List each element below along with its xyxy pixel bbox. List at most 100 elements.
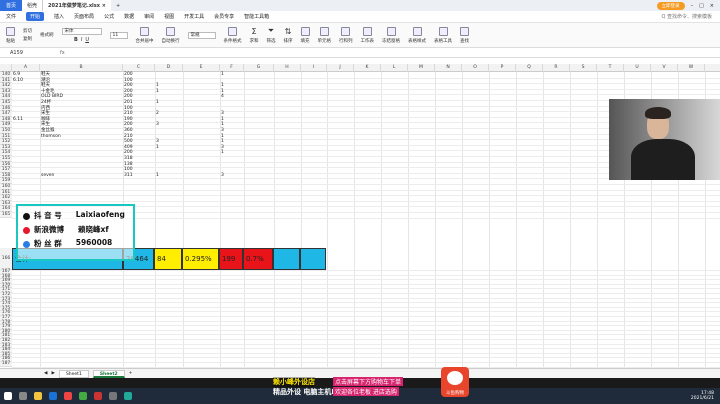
column-header-t[interactable]: T [597, 64, 624, 72]
close-tab-icon[interactable]: × [102, 3, 106, 9]
menu-smart-tools[interactable]: 智能工具箱 [244, 13, 269, 20]
sum-f-cell[interactable]: 199 [219, 248, 243, 270]
folder-icon[interactable] [34, 392, 42, 400]
sum-d-cell[interactable]: 84 [154, 248, 182, 270]
table-tools-button[interactable]: 表格工具 [434, 26, 452, 44]
menu-layout[interactable]: 页面布局 [74, 13, 94, 20]
sum-i-cell[interactable] [300, 248, 326, 270]
cell-f[interactable]: 1 [221, 150, 224, 156]
menu-data[interactable]: 数据 [124, 13, 134, 20]
column-header-r[interactable]: R [543, 64, 570, 72]
cell-d[interactable]: 1 [156, 100, 159, 106]
douyu-shop-logo[interactable]: 斗鱼购物 [441, 367, 469, 397]
cell-a[interactable]: 6.10 [13, 78, 23, 84]
login-button[interactable]: 立即登录 [656, 1, 685, 10]
row-header[interactable]: 187 [0, 361, 12, 367]
add-sheet-icon[interactable]: + [129, 371, 133, 376]
steam-icon[interactable] [49, 392, 57, 400]
system-clock[interactable]: 17:48 2021/6/21 [691, 391, 714, 401]
sheet-tab-2[interactable]: Sheet2 [92, 369, 125, 378]
cell-d[interactable]: 1 [156, 173, 159, 179]
menu-developer[interactable]: 开发工具 [184, 13, 204, 20]
table-style-button[interactable]: 表格样式 [408, 26, 426, 44]
tab-document[interactable]: 2021年做梦笔记.xlsx × [43, 0, 111, 11]
column-header-l[interactable]: L [381, 64, 408, 72]
conditional-format-button[interactable]: 条件格式 [224, 26, 242, 44]
freeze-button[interactable]: 冻结窗格 [382, 26, 400, 44]
search-input[interactable]: Q 查找命令、搜索模板 [661, 13, 712, 20]
row-header[interactable]: 166 [0, 248, 12, 270]
column-header-g[interactable]: G [244, 64, 274, 72]
cell-d[interactable]: 2 [156, 111, 159, 117]
sum-button[interactable]: Σ 求和 [250, 27, 259, 44]
fill-button[interactable]: 填充 [300, 26, 310, 44]
sum-g-cell[interactable]: 0.7% [243, 248, 273, 270]
cell-b[interactable]: seven [41, 173, 54, 179]
column-header-n[interactable]: N [435, 64, 462, 72]
sum-e-cell[interactable]: 0.295% [182, 248, 219, 270]
prev-sheet-icon[interactable]: ◀ [44, 371, 47, 376]
menu-file[interactable]: 文件 [6, 13, 16, 20]
select-all-corner[interactable] [0, 64, 12, 72]
app-red-icon[interactable] [64, 392, 72, 400]
windows-start-icon[interactable] [4, 392, 12, 400]
merge-center-button[interactable]: 合并居中 [136, 26, 154, 44]
column-header-h[interactable]: H [274, 64, 301, 72]
menu-formula[interactable]: 公式 [104, 13, 114, 20]
column-header-b[interactable]: B [40, 64, 123, 72]
spreadsheet-grid[interactable]: ABCDEFGHIJKLMNOPQRSTUVW 140 6.9 鞋天 200 1 141 6… [0, 58, 720, 368]
cell-b[interactable]: thomson [41, 134, 61, 140]
find-button[interactable]: 查找 [460, 26, 469, 44]
column-header-w[interactable]: W [678, 64, 705, 72]
app-green-icon[interactable] [124, 392, 132, 400]
bold-icon[interactable]: B [74, 37, 78, 43]
cell-button[interactable]: 单元格 [318, 26, 331, 44]
menu-insert[interactable]: 插入 [54, 13, 64, 20]
menu-member[interactable]: 会员专享 [214, 13, 234, 20]
worksheet-button[interactable]: 工作表 [361, 26, 374, 44]
sum-h-cell[interactable] [273, 248, 300, 270]
row-header[interactable]: 165 [0, 212, 12, 218]
tab-docer[interactable]: 稻壳 [22, 0, 44, 11]
next-sheet-icon[interactable]: ▶ [51, 371, 54, 376]
menu-review[interactable]: 审阅 [144, 13, 154, 20]
italic-icon[interactable]: I [81, 37, 82, 43]
fx-icon[interactable]: fx [60, 50, 65, 56]
cell-f[interactable]: 4 [221, 94, 224, 100]
wps-icon[interactable] [94, 392, 102, 400]
column-header-u[interactable]: U [624, 64, 651, 72]
column-header-m[interactable]: M [408, 64, 435, 72]
wrap-text-button[interactable]: 自动换行 [162, 26, 180, 44]
search-taskbar-icon[interactable] [19, 392, 27, 400]
column-header-a[interactable]: A [12, 64, 40, 72]
underline-icon[interactable]: U [85, 37, 89, 43]
column-header-f[interactable]: F [220, 64, 244, 72]
font-size-select[interactable]: 11 [109, 31, 128, 39]
column-header-o[interactable]: O [462, 64, 489, 72]
column-header-q[interactable]: Q [516, 64, 543, 72]
name-box[interactable]: A159 [0, 50, 40, 56]
menu-view[interactable]: 视图 [164, 13, 174, 20]
column-header-i[interactable]: I [301, 64, 327, 72]
column-header-c[interactable]: C [123, 64, 155, 72]
column-header-e[interactable]: E [183, 64, 220, 72]
paste-button[interactable]: 粘贴 [6, 26, 15, 44]
number-format-select[interactable]: 常规 [187, 31, 216, 39]
minimize-icon[interactable]: – [691, 3, 694, 9]
cell-a[interactable]: 6.11 [13, 117, 23, 123]
cell-d[interactable]: 3 [156, 122, 159, 128]
column-header-j[interactable]: J [327, 64, 354, 72]
format-brush-button[interactable]: 格式刷 [40, 32, 54, 38]
sheet-tab-1[interactable]: Sheet1 [58, 369, 89, 378]
cell-d[interactable]: 1 [156, 89, 159, 95]
column-header-p[interactable]: P [489, 64, 516, 72]
menu-start[interactable]: 开始 [26, 12, 45, 21]
sort-button[interactable]: ⇅ 排序 [284, 27, 293, 44]
app-gray-icon[interactable] [109, 392, 117, 400]
column-header-k[interactable]: K [354, 64, 381, 72]
close-window-icon[interactable]: × [710, 3, 714, 9]
new-tab-button[interactable]: + [111, 0, 125, 11]
cell-d[interactable]: 1 [156, 145, 159, 151]
column-header-s[interactable]: S [570, 64, 597, 72]
font-select[interactable]: 宋体 [61, 27, 102, 35]
